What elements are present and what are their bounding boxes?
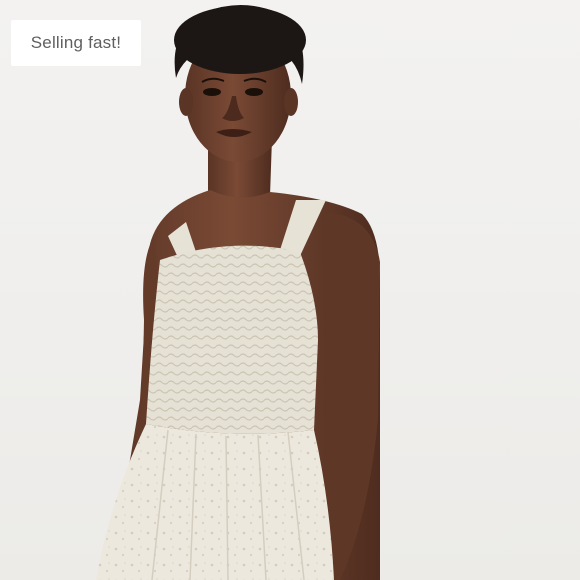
dress <box>96 200 334 580</box>
selling-fast-badge: Selling fast! <box>11 20 141 66</box>
product-listing-card[interactable]: Selling fast! <box>0 0 580 580</box>
product-photo[interactable] <box>0 0 580 580</box>
